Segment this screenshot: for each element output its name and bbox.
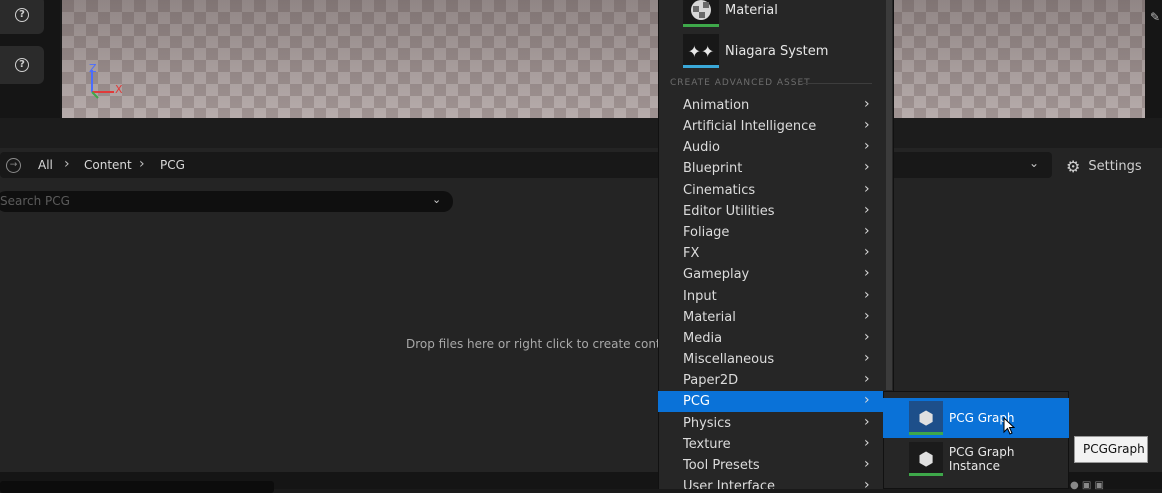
pin-icon[interactable]: ✎ <box>1150 10 1160 24</box>
menu-item-texture[interactable]: Texture › <box>658 434 886 455</box>
menu-item-physics[interactable]: Physics › <box>658 413 886 434</box>
chevron-right-icon: › <box>864 392 870 408</box>
question-icon: ? <box>15 8 29 22</box>
chevron-right-icon: › <box>864 371 870 387</box>
chevron-right-icon: › <box>864 350 870 366</box>
menu-item-label: Input <box>683 289 717 304</box>
search-placeholder: Search PCG <box>0 194 70 208</box>
menu-item-foliage[interactable]: Foliage › <box>658 222 886 243</box>
tooltip: PCGGraph <box>1074 436 1148 463</box>
menu-item-gameplay[interactable]: Gameplay › <box>658 264 886 285</box>
menu-item-animation[interactable]: Animation › <box>658 95 886 116</box>
menu-item-label: Media <box>683 331 723 346</box>
menu-item-label: Foliage <box>683 225 730 240</box>
menu-item-artificial-intelligence[interactable]: Artificial Intelligence › <box>658 116 886 137</box>
menu-item-label: Gameplay <box>683 267 750 282</box>
menu-item-user-interface[interactable]: User Interface › <box>658 476 886 489</box>
chevron-right-icon: › <box>864 414 870 430</box>
chevron-right-icon: › <box>864 244 870 260</box>
menu-item-cinematics[interactable]: Cinematics › <box>658 180 886 201</box>
menu-item-label: User Interface <box>683 479 775 489</box>
menu-item-label: Animation <box>683 98 750 113</box>
chevron-right-icon: › <box>864 456 870 472</box>
chevron-right-icon: › <box>864 159 870 175</box>
chevron-right-icon: › <box>864 181 870 197</box>
menu-item-label: Miscellaneous <box>683 352 775 367</box>
question-icon: ? <box>15 58 29 72</box>
niagara-system-icon: ✦✦ <box>683 34 719 68</box>
viewport-help-button-2[interactable]: ? <box>0 46 44 84</box>
viewport-shading <box>62 0 1145 118</box>
chevron-right-icon: › <box>864 202 870 218</box>
menu-item-label: Editor Utilities <box>683 204 775 219</box>
common-asset-material[interactable]: Material <box>683 0 778 28</box>
chevron-down-icon[interactable]: ⌄ <box>432 193 441 206</box>
chevron-right-icon: › <box>864 138 870 154</box>
common-asset-niagara-system[interactable]: ✦✦ Niagara System <box>683 33 828 69</box>
menu-item-audio[interactable]: Audio › <box>658 137 886 158</box>
menu-item-label: Blueprint <box>683 161 743 176</box>
breadcrumb-all[interactable]: All <box>38 158 53 172</box>
viewport-help-button[interactable]: ? <box>0 0 44 34</box>
chevron-right-icon: › <box>864 96 870 112</box>
menu-item-editor-utilities[interactable]: Editor Utilities › <box>658 201 886 222</box>
axis-x-label: X <box>115 83 123 96</box>
breadcrumb-separator-icon: › <box>64 156 70 172</box>
common-asset-label: Material <box>725 2 778 18</box>
chevron-down-icon[interactable]: ⌄ <box>1029 156 1039 170</box>
menu-item-tool-presets[interactable]: Tool Presets › <box>658 455 886 476</box>
menu-item-label: Texture <box>683 437 731 452</box>
menu-item-media[interactable]: Media › <box>658 328 886 349</box>
submenu-item-pcg-graph[interactable]: ⬢ PCG Graph <box>883 398 1069 438</box>
menu-item-pcg[interactable]: PCG › <box>658 391 886 412</box>
menu-item-label: Artificial Intelligence <box>683 119 817 134</box>
menu-item-input[interactable]: Input › <box>658 286 886 307</box>
menu-item-miscellaneous[interactable]: Miscellaneous › <box>658 349 886 370</box>
chevron-right-icon: › <box>864 435 870 451</box>
material-sphere-icon <box>683 0 719 27</box>
content-browser-tabbar <box>0 118 1162 148</box>
common-asset-label: Niagara System <box>725 43 829 59</box>
breadcrumb-separator-icon: › <box>139 156 145 172</box>
empty-content-message: Drop files here or right click to create… <box>406 337 685 351</box>
mouse-cursor-icon <box>1003 417 1015 435</box>
menu-item-label: Cinematics <box>683 183 756 198</box>
axis-z-label: Z <box>89 62 97 75</box>
chevron-right-icon: › <box>864 287 870 303</box>
breadcrumb-content[interactable]: Content <box>84 158 132 172</box>
pcg-graph-icon: ⬢ <box>909 401 943 435</box>
settings-button[interactable]: ⚙ Settings <box>1066 157 1142 176</box>
menu-item-label: Audio <box>683 140 720 155</box>
chevron-right-icon: › <box>864 223 870 239</box>
menu-scrollbar[interactable] <box>886 0 892 390</box>
chevron-right-icon: › <box>864 265 870 281</box>
menu-item-label: Paper2D <box>683 373 739 388</box>
section-title: CREATE ADVANCED ASSET <box>670 78 811 88</box>
submenu-item-label: PCG Graph Instance <box>948 445 1015 473</box>
chevron-right-icon: › <box>864 329 870 345</box>
history-forward-icon[interactable]: → <box>6 158 21 173</box>
chevron-right-icon: › <box>864 117 870 133</box>
path-bar[interactable] <box>0 152 1052 178</box>
gear-icon: ⚙ <box>1066 157 1081 176</box>
chevron-right-icon: › <box>864 308 870 324</box>
pcg-graph-instance-icon: ⬢ <box>909 442 943 476</box>
settings-label: Settings <box>1088 159 1142 174</box>
menu-item-blueprint[interactable]: Blueprint › <box>658 158 886 179</box>
menu-item-label: PCG <box>683 394 710 409</box>
menu-item-fx[interactable]: FX › <box>658 243 886 264</box>
menu-item-material[interactable]: Material › <box>658 307 886 328</box>
status-icons: ● ▣ ▣ <box>1070 480 1104 491</box>
menu-item-label: FX <box>683 246 700 261</box>
menu-item-label: Material <box>683 310 736 325</box>
bottom-search-field[interactable] <box>0 481 274 493</box>
menu-item-paper2d[interactable]: Paper2D › <box>658 370 886 391</box>
section-divider <box>802 83 872 84</box>
menu-item-label: Tool Presets <box>683 458 760 473</box>
submenu-item-pcg-graph-instance[interactable]: ⬢ PCG Graph Instance <box>883 439 1069 479</box>
menu-item-label: Physics <box>683 416 732 431</box>
chevron-right-icon: › <box>864 477 870 489</box>
breadcrumb-pcg[interactable]: PCG <box>160 158 185 172</box>
